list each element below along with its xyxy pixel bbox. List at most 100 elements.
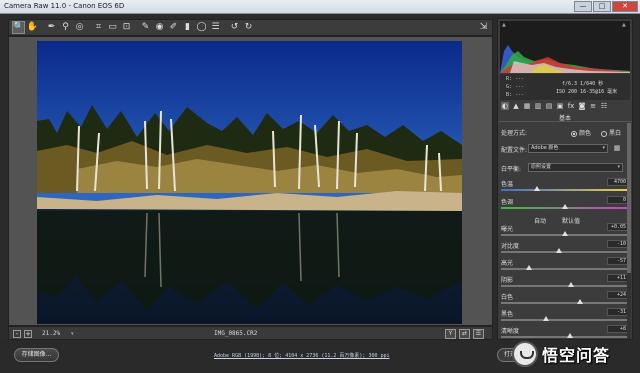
- clarity-slider-thumb[interactable]: [567, 333, 574, 338]
- before-after-button[interactable]: Y: [445, 329, 456, 339]
- temp-slider-thumb[interactable]: [533, 186, 540, 191]
- maximize-button[interactable]: □: [593, 1, 611, 12]
- window-controls: — □ ✕: [574, 1, 638, 12]
- panel-tab-4[interactable]: ▤: [545, 102, 553, 110]
- straighten-tool-icon[interactable]: ▭: [106, 21, 119, 34]
- radial-filter-icon[interactable]: ◯: [195, 21, 208, 34]
- blacks-value-field[interactable]: -31: [607, 308, 629, 316]
- contrast-slider-track[interactable]: [501, 251, 629, 253]
- white-balance-select[interactable]: 原照设置 ▾: [528, 163, 623, 172]
- zoom-tool-icon[interactable]: 🔍: [12, 21, 25, 34]
- file-name: IMG_0865.CR2: [214, 330, 258, 337]
- shadows-slider-thumb[interactable]: [568, 282, 575, 287]
- preview-preferences-button[interactable]: ☰: [473, 329, 484, 339]
- clarity-label: 清晰度: [501, 328, 520, 335]
- status-bar: - + 21.2% ▾ IMG_0865.CR2 Y ⇄ ☰: [8, 326, 493, 340]
- profile-label: 配置文件:: [501, 147, 528, 154]
- preferences-icon[interactable]: ☰: [209, 21, 222, 34]
- panel-tab-8[interactable]: ≡: [589, 102, 597, 110]
- targeted-adjustment-tool-icon[interactable]: ◎: [73, 21, 86, 34]
- color-sampler-tool-icon[interactable]: ⚲: [59, 21, 72, 34]
- swap-settings-button[interactable]: ⇄: [459, 329, 470, 339]
- tint-value-field[interactable]: 0: [607, 196, 629, 204]
- contrast-slider-thumb[interactable]: [555, 248, 562, 253]
- panel-scrollbar[interactable]: [627, 123, 631, 339]
- photo-preview[interactable]: [37, 41, 462, 324]
- treatment-bw-radio[interactable]: [601, 130, 607, 137]
- treatment-label: 处理方式:: [501, 130, 528, 137]
- panel-tab-5[interactable]: ▣: [556, 102, 564, 110]
- profile-select[interactable]: Adobe 颜色 ▾: [528, 144, 608, 153]
- scrollbar-thumb[interactable]: [627, 123, 631, 273]
- green-readout: G: ---: [506, 84, 525, 90]
- save-image-button[interactable]: 存储图像...: [14, 348, 59, 362]
- temp-value-field[interactable]: 4700: [607, 178, 629, 186]
- contrast-value-field[interactable]: -10: [607, 240, 629, 248]
- export-icon[interactable]: ⇲: [477, 22, 490, 33]
- shadows-slider-track[interactable]: [501, 285, 629, 287]
- panel-tab-9[interactable]: ☷: [600, 102, 608, 110]
- panel-tab-2[interactable]: ▦: [523, 102, 531, 110]
- whites-slider-thumb[interactable]: [577, 299, 584, 304]
- temp-label: 色温: [501, 181, 514, 188]
- exposure-slider-thumb[interactable]: [562, 231, 568, 236]
- exif-iso-lens: ISO 200 16-35@16 毫米: [556, 89, 618, 95]
- highlights-label: 高光: [501, 260, 514, 267]
- watermark-logo-icon: [512, 341, 538, 367]
- white-balance-tool-icon[interactable]: ✒: [45, 21, 58, 34]
- minimize-button[interactable]: —: [574, 1, 592, 12]
- blue-readout: B: ---: [506, 92, 525, 98]
- panel-tab-3[interactable]: ▥: [534, 102, 542, 110]
- histogram: ▲ ▲: [500, 21, 630, 73]
- treatment-color-radio[interactable]: [571, 130, 577, 137]
- exposure-value-field[interactable]: +0.05: [607, 223, 629, 231]
- auto-link[interactable]: 自动: [534, 216, 546, 225]
- clarity-slider-track[interactable]: [501, 336, 629, 338]
- blacks-slider-thumb[interactable]: [542, 316, 549, 321]
- exposure-label: 曝光: [501, 226, 514, 233]
- tint-slider-thumb[interactable]: [562, 204, 568, 209]
- red-eye-tool-icon[interactable]: ◉: [153, 21, 166, 34]
- whites-slider-track[interactable]: [501, 302, 629, 304]
- crop-tool-icon[interactable]: ⌗: [92, 21, 105, 34]
- panel-tabs: ◐ ▲ ▦ ▥ ▤ ▣ fx ◙ ≡ ☷: [500, 102, 630, 112]
- exif-aperture-shutter: f/6.3 1/640 秒: [562, 81, 604, 87]
- spot-removal-tool-icon[interactable]: ✎: [139, 21, 152, 34]
- treatment-bw-option[interactable]: 黑白: [601, 128, 621, 137]
- panel-tab-1[interactable]: ▲: [512, 102, 520, 110]
- rotate-left-icon[interactable]: ↺: [228, 21, 241, 34]
- adjustment-panel: ▲ ▲ R: --- G: --- B: --- f/6.3 1/640 秒 I…: [497, 18, 633, 340]
- blacks-slider-track[interactable]: [501, 319, 629, 321]
- zoom-in-button[interactable]: +: [24, 330, 32, 338]
- blacks-label: 黑色: [501, 311, 514, 318]
- highlights-slider-track[interactable]: [501, 268, 629, 270]
- treatment-color-option[interactable]: 颜色: [571, 128, 591, 137]
- whites-value-field[interactable]: +24: [607, 291, 629, 299]
- zoom-out-button[interactable]: -: [13, 330, 21, 338]
- workflow-options-link[interactable]: Adobe RGB (1998); 8 位; 4104 x 2736 (11.2…: [214, 352, 390, 359]
- title-bar: Camera Raw 11.0 - Canon EOS 6D — □ ✕: [0, 0, 640, 14]
- default-link[interactable]: 默认值: [562, 216, 580, 225]
- hand-tool-icon[interactable]: ✋: [26, 21, 39, 34]
- watermark-text: 悟空问答: [542, 346, 611, 365]
- zoom-dropdown-icon[interactable]: ▾: [71, 331, 74, 337]
- zoom-level[interactable]: 21.2%: [42, 330, 60, 337]
- close-button[interactable]: ✕: [612, 1, 638, 12]
- panel-tab-6[interactable]: fx: [567, 102, 575, 110]
- panel-tab-0[interactable]: ◐: [501, 102, 509, 110]
- tint-label: 色调: [501, 199, 514, 206]
- readout-area: R: --- G: --- B: --- f/6.3 1/640 秒 ISO 2…: [500, 74, 630, 100]
- red-readout: R: ---: [506, 76, 525, 82]
- highlights-value-field[interactable]: -57: [607, 257, 629, 265]
- transform-tool-icon[interactable]: ⊡: [120, 21, 133, 34]
- graduated-filter-icon[interactable]: ▮: [181, 21, 194, 34]
- highlights-slider-thumb[interactable]: [526, 265, 533, 270]
- tool-bar: 🔍 ✋ ✒ ⚲ ◎ ⌗ ▭ ⊡ ✎ ◉ ✐ ▮ ◯ ☰ ↺ ↻: [8, 19, 493, 36]
- temp-slider-track[interactable]: [501, 189, 629, 191]
- clarity-value-field[interactable]: +8: [607, 325, 629, 333]
- adjustment-brush-icon[interactable]: ✐: [167, 21, 180, 34]
- rotate-right-icon[interactable]: ↻: [242, 21, 255, 34]
- panel-tab-7[interactable]: ◙: [578, 102, 586, 110]
- shadows-value-field[interactable]: +11: [607, 274, 629, 282]
- profile-browser-icon[interactable]: ▦: [613, 144, 621, 152]
